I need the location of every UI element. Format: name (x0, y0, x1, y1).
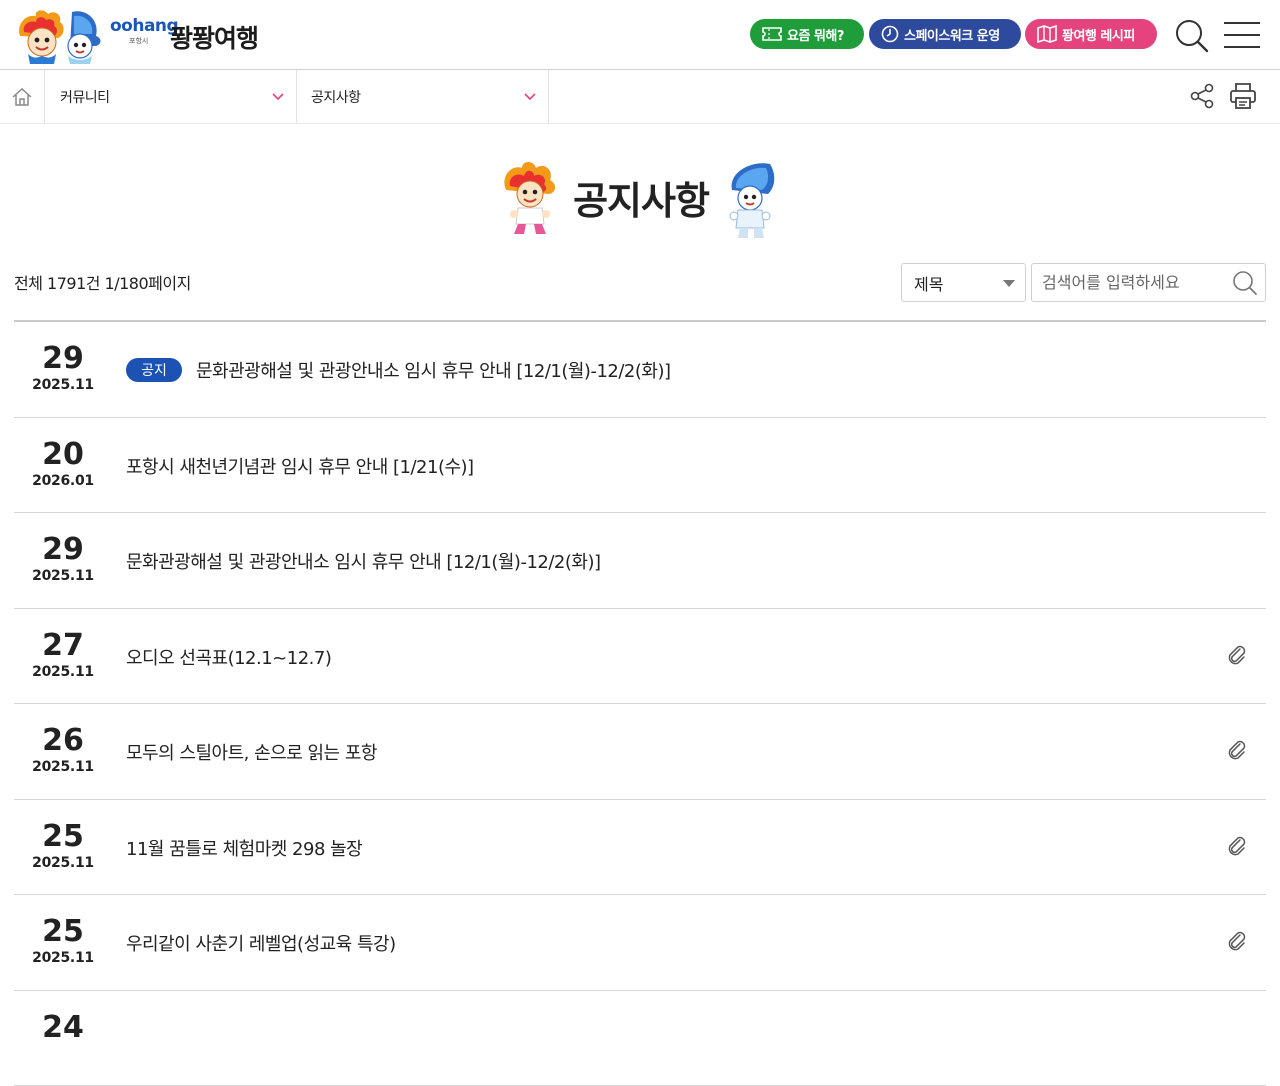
logo-sub-text: 포항시 (129, 36, 148, 46)
post-year-month: 2026.01 (14, 473, 112, 489)
post-year-month: 2025.11 (14, 855, 112, 871)
post-day: 27 (14, 629, 112, 663)
logo-korean-text: 퐝퐝여행 (170, 19, 258, 55)
search-icon (1232, 270, 1258, 296)
post-title-link[interactable]: 포항시 새천년기념관 임시 휴무 안내 [1/21(수)] (126, 453, 474, 479)
attachment-icon (1226, 930, 1248, 952)
post-day: 25 (14, 915, 112, 949)
search-field-select[interactable]: 제목 (901, 263, 1026, 302)
post-title-link[interactable]: 우리같이 사춘기 레벨업(성교육 특강) (126, 930, 396, 956)
whats-up-label: 요즘 뭐해? (787, 25, 844, 44)
result-count: 전체 1791건 1/180페이지 (14, 270, 191, 294)
mascot-right-icon (722, 160, 780, 240)
post-year-month: 2025.11 (14, 759, 112, 775)
page-title: 공지사항 (566, 170, 716, 225)
post-day: 24 (14, 1011, 112, 1045)
post-title-link[interactable]: 문화관광해설 및 관광안내소 임시 휴무 안내 [12/1(월)-12/2(화)… (126, 548, 601, 574)
share-icon[interactable] (1188, 82, 1216, 110)
clock-icon (881, 25, 899, 43)
breadcrumb-level2-label: 공지사항 (311, 87, 361, 107)
post-year-month: 2025.11 (14, 568, 112, 584)
print-icon[interactable] (1228, 81, 1258, 111)
list-item[interactable]: 29 2025.11 공지 문화관광해설 및 관광안내소 임시 휴무 안내 [1… (14, 322, 1266, 418)
travel-recipe-button[interactable]: 퐝여행 레시피 (1025, 19, 1157, 49)
post-title-link[interactable]: 모두의 스틸아트, 손으로 읽는 포항 (126, 739, 377, 765)
list-item[interactable]: 25 2025.11 11월 꿈틀로 체험마켓 298 놀장 (14, 800, 1266, 896)
breadcrumb-level1-select[interactable]: 커뮤니티 (45, 70, 297, 123)
search-button[interactable] (1230, 268, 1260, 298)
spacewalk-label: 스페이스워크 운영 (904, 25, 1000, 44)
breadcrumb-level2-select[interactable]: 공지사항 (297, 70, 549, 123)
breadcrumb: 커뮤니티 공지사항 (0, 70, 1280, 124)
attachment-icon (1226, 644, 1248, 666)
home-icon (11, 87, 33, 107)
notice-badge: 공지 (126, 358, 182, 382)
caret-down-icon (1003, 280, 1015, 287)
mascot-left-icon (500, 160, 558, 238)
chevron-down-icon (272, 91, 284, 101)
post-title-link[interactable]: 오디오 선곡표(12.1~12.7) (126, 644, 331, 670)
post-title-link[interactable]: 문화관광해설 및 관광안내소 임시 휴무 안내 [12/1(월)-12/2(화)… (196, 357, 671, 383)
list-item[interactable]: 27 2025.11 오디오 선곡표(12.1~12.7) (14, 609, 1266, 705)
post-day: 29 (14, 533, 112, 567)
map-icon (1037, 25, 1057, 43)
post-title-link[interactable]: 11월 꿈틀로 체험마켓 298 놀장 (126, 835, 362, 861)
list-item[interactable]: 25 2025.11 우리같이 사춘기 레벨업(성교육 특강) (14, 895, 1266, 991)
post-day: 26 (14, 724, 112, 758)
attachment-icon (1226, 739, 1248, 761)
home-button[interactable] (0, 70, 45, 123)
search-icon[interactable] (1174, 18, 1210, 54)
ticket-icon (762, 26, 782, 42)
list-item[interactable]: 20 2026.01 포항시 새천년기념관 임시 휴무 안내 [1/21(수)] (14, 418, 1266, 514)
logo-english-text: oohang (110, 16, 178, 36)
post-day: 29 (14, 342, 112, 376)
post-year-month: 2025.11 (14, 664, 112, 680)
travel-recipe-label: 퐝여행 레시피 (1062, 25, 1135, 44)
chevron-down-icon (524, 91, 536, 101)
whats-up-button[interactable]: 요즘 뭐해? (750, 19, 864, 49)
list-item[interactable]: 24 (14, 991, 1266, 1086)
mascot-logo-icon (14, 6, 106, 64)
notice-list: 29 2025.11 공지 문화관광해설 및 관광안내소 임시 휴무 안내 [1… (14, 320, 1266, 1086)
post-year-month: 2025.11 (14, 377, 112, 393)
search-field-selected: 제목 (914, 271, 943, 295)
post-year-month: 2025.11 (14, 950, 112, 966)
spacewalk-button[interactable]: 스페이스워크 운영 (869, 19, 1021, 49)
site-header: oohang 포항시 퐝퐝여행 요즘 뭐해? 스페이스워크 운영 퐝여행 레시피 (0, 0, 1280, 70)
list-item[interactable]: 26 2025.11 모두의 스틸아트, 손으로 읽는 포항 (14, 704, 1266, 800)
post-day: 20 (14, 438, 112, 472)
menu-icon[interactable] (1222, 20, 1262, 50)
post-day: 25 (14, 820, 112, 854)
site-logo[interactable]: oohang 포항시 퐝퐝여행 (14, 6, 264, 64)
list-item[interactable]: 29 2025.11 문화관광해설 및 관광안내소 임시 휴무 안내 [12/1… (14, 513, 1266, 609)
attachment-icon (1226, 835, 1248, 857)
breadcrumb-level1-label: 커뮤니티 (60, 87, 110, 107)
page-title-area: 공지사항 (0, 158, 1280, 242)
